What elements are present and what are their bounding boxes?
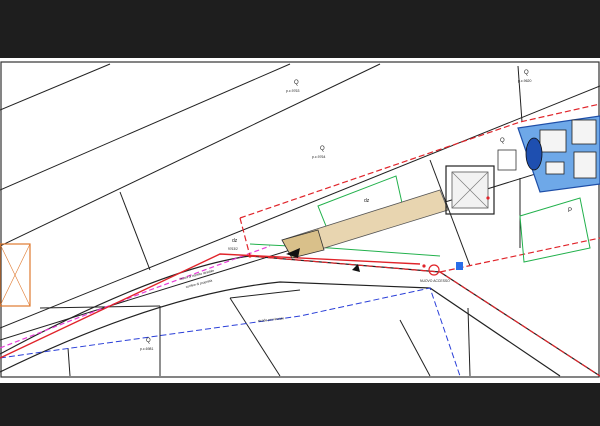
parcel-q-bottom: Q (146, 338, 151, 344)
parcel-line (0, 63, 291, 191)
new-access-label: NUOVO ACCESSO (420, 279, 450, 283)
parcel-line (229, 297, 281, 377)
garage-annex (497, 149, 517, 171)
access-marker-icon (428, 264, 440, 276)
parcel-line (467, 307, 471, 377)
boundary-point (248, 254, 252, 258)
boundary-label: confine di proprietà (185, 278, 212, 288)
parcel-line (229, 289, 301, 299)
parcel-line (67, 347, 71, 377)
dz-left-label: dz (232, 238, 238, 244)
road-name-label: strada provinciale (258, 316, 285, 323)
parcel-q-top: Q (294, 80, 299, 86)
house (517, 115, 600, 193)
site-plan: Q p.c.9763 Q p.c.9620 Q p.c.9764 Q p.c.6… (0, 61, 600, 378)
viewer-top-bar (0, 0, 600, 58)
pool-icon (525, 137, 543, 171)
parcel-line (0, 63, 111, 111)
parcel-line (119, 191, 151, 271)
magenta-line (0, 245, 271, 349)
parcel-q-top-right: Q (524, 70, 529, 76)
parcel-line (399, 319, 431, 377)
parcel-p-right: P (568, 208, 572, 214)
boundary-south (249, 255, 600, 377)
drawing-sheet[interactable]: Q p.c.9763 Q p.c.9620 Q p.c.9764 Q p.c.6… (0, 58, 600, 383)
parcel-q-unit: Q (500, 138, 505, 144)
drawing-viewer: Q p.c.9763 Q p.c.9620 Q p.c.9764 Q p.c.6… (0, 0, 600, 426)
green-line (249, 243, 441, 257)
parcel-line (0, 85, 600, 329)
parcel-number-middle: p.c.9764 (312, 155, 325, 159)
house-room (545, 161, 565, 175)
parking-icon (456, 262, 463, 270)
parcel-lines (0, 63, 600, 377)
boundary-west (239, 217, 251, 257)
house-room (539, 129, 567, 153)
sheet-border (0, 61, 600, 378)
parcel-q-middle: Q (320, 146, 325, 152)
parcel-number-left: 9763/2 (228, 247, 238, 251)
boundary-point (486, 196, 490, 200)
dz-plot-label: dz (364, 198, 370, 204)
house-room (571, 119, 597, 145)
house-room (573, 151, 597, 179)
parcel-line (39, 305, 161, 309)
parcel-number-top: p.c.9763 (286, 89, 299, 93)
parcel-line (517, 65, 523, 123)
viewer-bottom-bar (0, 383, 600, 426)
boundary-point (422, 264, 426, 268)
parcel-number-top-right: p.c.9620 (518, 79, 531, 83)
parcel-number-bottom: p.c.6981 (140, 347, 153, 351)
